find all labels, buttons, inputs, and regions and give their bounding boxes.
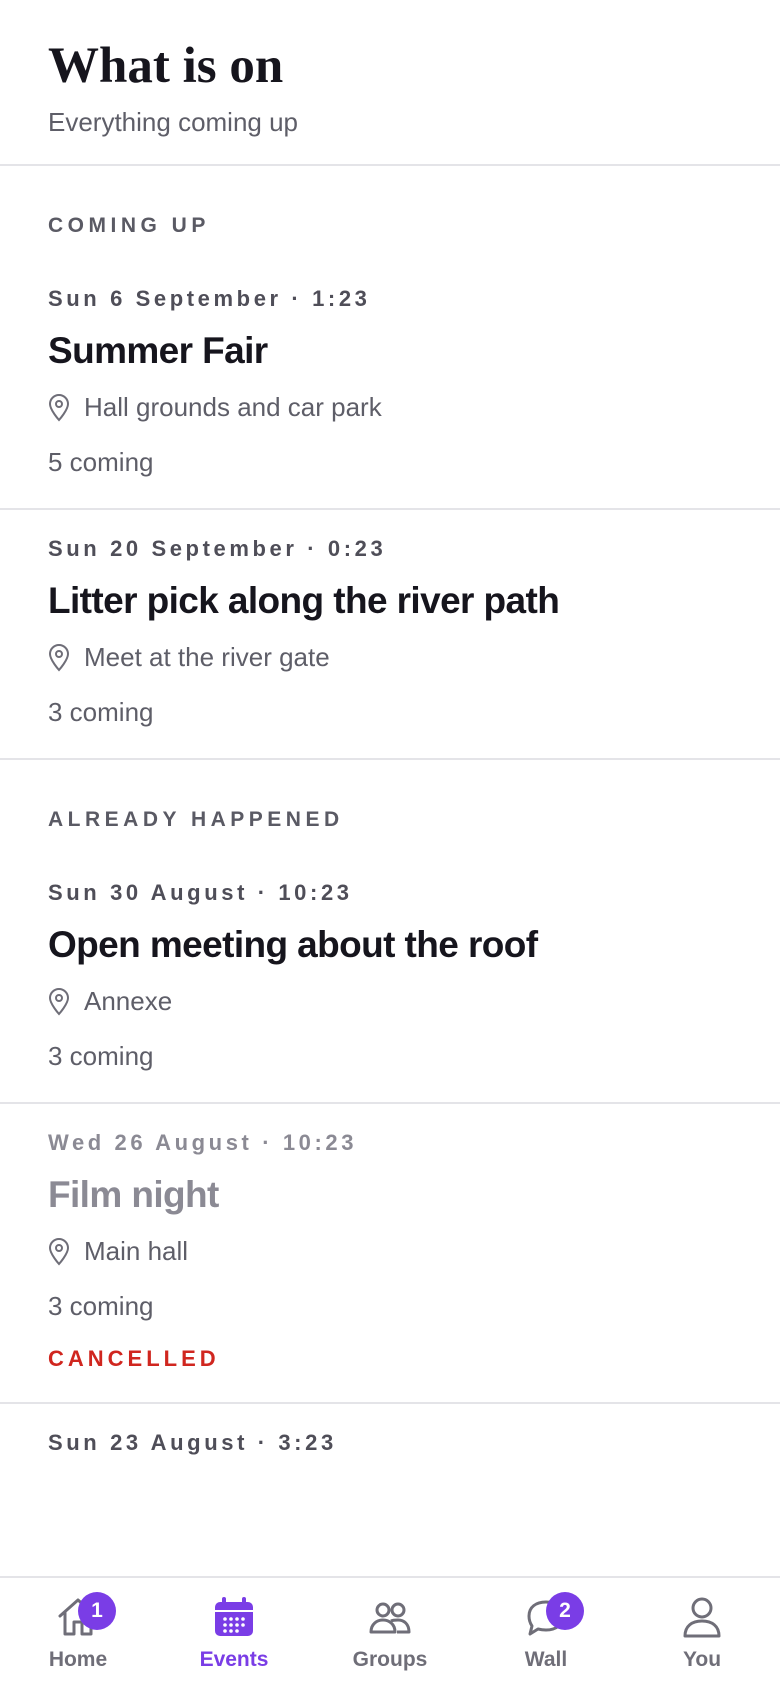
section-heading-upcoming: COMING UP [0,166,780,286]
location-pin-icon [48,643,70,672]
attendee-count: 3 coming [48,1041,154,1072]
event-title: Open meeting about the roof [48,924,538,966]
event-card[interactable]: Sun 23 August · 3:23 [0,1404,780,1486]
event-title: Summer Fair [48,330,268,372]
event-date: Sun 20 September · 0:23 [48,536,387,562]
attendee-count: 3 coming [48,1291,154,1322]
event-location-text: Hall grounds and car park [84,392,382,423]
events-screen: What is on Everything coming up COMING U… [0,0,780,1576]
attendee-count: 5 coming [48,447,154,478]
event-location: Hall grounds and car park [48,392,732,423]
event-location-text: Annexe [84,986,173,1017]
location-pin-icon [48,987,70,1016]
upcoming-section: COMING UP Sun 6 September · 1:23 Summer … [0,166,780,761]
event-location: Main hall [48,1236,732,1267]
tab-label: Home [48,1648,108,1671]
tab-label: You [682,1648,722,1671]
tab-events[interactable]: Events [156,1578,312,1688]
event-date: Sun 6 September · 1:23 [48,286,371,312]
tab-label: Wall [524,1648,568,1671]
tab-home[interactable]: 1 Home [0,1578,156,1688]
page-header: What is on Everything coming up [0,0,780,167]
notification-badge: 2 [546,1592,584,1630]
page-title: What is on [48,38,284,94]
section-label: COMING UP [48,214,210,238]
event-location-text: Meet at the river gate [84,642,330,673]
calendar-icon [215,1597,253,1636]
event-card[interactable]: Wed 26 August · 10:23 Film night Main ha… [0,1104,780,1405]
person-icon [683,1597,721,1638]
location-pin-icon [48,393,70,422]
event-card[interactable]: Sun 20 September · 0:23 Litter pick alon… [0,510,780,761]
tab-label: Groups [352,1648,428,1671]
event-location: Meet at the river gate [48,642,732,673]
page-subtitle: Everything coming up [48,107,299,138]
tab-you[interactable]: You [624,1578,780,1688]
section-label: ALREADY HAPPENED [48,808,344,832]
event-card[interactable]: Sun 30 August · 10:23 Open meeting about… [0,880,780,1105]
event-date: Sun 23 August · 3:23 [48,1430,337,1456]
tab-label: Events [199,1648,269,1671]
bottom-tab-bar: 1 Home Events Groups 2 Wall You [0,1576,780,1688]
tab-groups[interactable]: Groups [312,1578,468,1688]
cancelled-badge: CANCELLED [48,1346,220,1372]
location-pin-icon [48,1237,70,1266]
event-title: Film night [48,1174,219,1216]
event-title: Litter pick along the river path [48,580,560,622]
event-location: Annexe [48,986,732,1017]
tab-wall[interactable]: 2 Wall [468,1578,624,1688]
event-date: Sun 30 August · 10:23 [48,880,353,906]
event-card[interactable]: Sun 6 September · 1:23 Summer Fair Hall … [0,286,780,511]
attendee-count: 3 coming [48,697,154,728]
section-heading-past: ALREADY HAPPENED [0,760,780,880]
notification-badge: 1 [78,1592,116,1630]
people-icon [369,1602,411,1634]
event-location-text: Main hall [84,1236,189,1267]
past-section: ALREADY HAPPENED Sun 30 August · 10:23 O… [0,760,780,1486]
event-date: Wed 26 August · 10:23 [48,1130,358,1156]
